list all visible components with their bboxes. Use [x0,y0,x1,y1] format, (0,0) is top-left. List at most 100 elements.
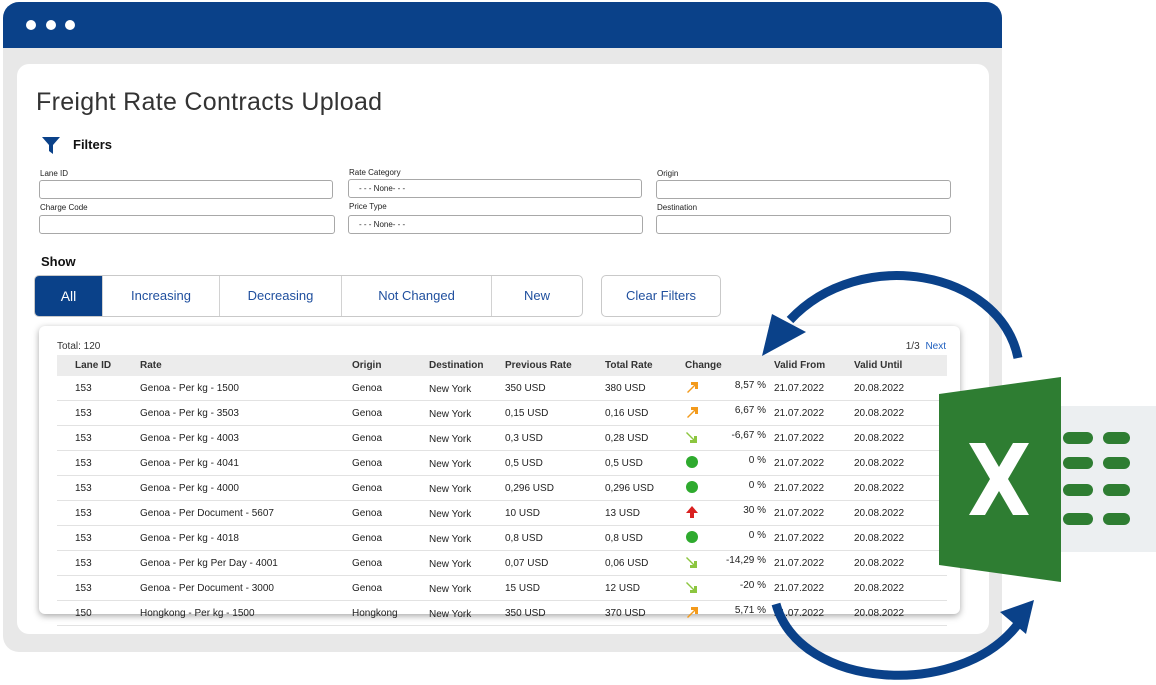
show-all-tab[interactable]: All [35,276,103,316]
change-percent: -20 % [739,580,766,591]
cell-previous-rate: 0,296 USD [505,475,605,501]
table-row[interactable]: 153 Genoa - Per kg Per Day - 4001 Genoa New… [57,550,947,576]
cell-lane-id: 153 [57,525,138,551]
cell-change: 0 % [685,450,774,476]
clear-filters-button[interactable]: Clear Filters [601,275,721,317]
show-increasing-tab[interactable]: Increasing [103,276,220,316]
col-header-lane-id[interactable]: Lane ID [57,355,138,376]
cell-previous-rate: 15 USD [505,575,605,601]
col-header-change[interactable]: Change [685,355,774,376]
cell-change: 0 % [685,475,774,501]
cell-destination: New York [429,525,505,551]
cell-change: 8,57 % [685,376,774,401]
table-row[interactable]: 153 Genoa - Per kg - 4000 Genoa New York 0,2… [57,475,947,501]
table-body: 153 Genoa - Per kg - 1500 Genoa New York 350… [57,376,947,626]
cell-destination: New York [429,450,505,476]
col-header-rate[interactable]: Rate [138,355,352,376]
cell-lane-id: 153 [57,500,138,526]
table-row[interactable]: 153 Genoa - Per Document - 3000 Genoa New Y… [57,575,947,601]
cell-valid-until: 20.08.2022 [854,550,947,576]
table-row[interactable]: 153 Genoa - Per kg - 1500 Genoa New York 350… [57,376,947,401]
col-header-destination[interactable]: Destination [429,355,505,376]
cell-valid-from: 21.07.2022 [774,500,854,526]
cell-previous-rate: 10 USD [505,500,605,526]
cell-rate: Hongkong - Per kg - 1500 [138,600,352,626]
cell-previous-rate: 0,15 USD [505,400,605,426]
price-type-select[interactable]: - - - None- - - [348,215,643,234]
show-filter-group: All Increasing Decreasing Not Changed Ne… [34,275,583,317]
cell-destination: New York [429,550,505,576]
table-row[interactable]: 153 Genoa - Per kg - 4003 Genoa New York 0,3… [57,425,947,451]
cell-rate: Genoa - Per Document - 3000 [138,575,352,601]
green-dot-icon [685,530,699,547]
cell-valid-until: 20.08.2022 [854,450,947,476]
funnel-icon [42,137,60,154]
green-dot-icon [685,455,699,472]
cell-origin: Genoa [352,550,429,576]
cell-valid-from: 21.07.2022 [774,550,854,576]
charge-code-label: Charge Code [40,203,88,212]
show-not-changed-tab[interactable]: Not Changed [342,276,492,316]
origin-input[interactable] [656,180,951,199]
cell-valid-from: 21.07.2022 [774,575,854,601]
cell-rate: Genoa - Per kg - 3503 [138,400,352,426]
cell-rate: Genoa - Per kg - 4003 [138,425,352,451]
col-header-total-rate[interactable]: Total Rate [605,355,685,376]
cell-previous-rate: 350 USD [505,376,605,401]
arrow-down-right-icon [685,430,699,447]
window-dot-icon [46,20,56,30]
cell-valid-until: 20.08.2022 [854,500,947,526]
cell-change: -20 % [685,575,774,601]
arrow-up-right-icon [685,605,699,622]
table-row[interactable]: 153 Genoa - Per kg - 4041 Genoa New York 0,5… [57,450,947,476]
lane-id-input[interactable] [39,180,333,199]
cell-total-rate: 0,8 USD [605,525,685,551]
charge-code-input[interactable] [39,215,335,234]
col-header-previous-rate[interactable]: Previous Rate [505,355,605,376]
excel-logo-icon [939,377,1156,582]
table-row[interactable]: 153 Genoa - Per kg - 4018 Genoa New York 0,8… [57,525,947,551]
cell-destination: New York [429,376,505,401]
col-header-valid-from[interactable]: Valid From [774,355,854,376]
cell-origin: Hongkong [352,600,429,626]
cell-valid-from: 21.07.2022 [774,376,854,401]
table-row[interactable]: 150 Hongkong - Per kg - 1500 Hongkong New Y… [57,600,947,626]
cell-lane-id: 153 [57,550,138,576]
table-row[interactable]: 153 Genoa - Per Document - 5607 Genoa New Y… [57,500,947,526]
cell-valid-until: 20.08.2022 [854,575,947,601]
rate-category-select[interactable]: - - - None- - - [348,179,642,198]
arrow-up-icon [685,505,699,522]
cell-valid-from: 21.07.2022 [774,425,854,451]
cell-origin: Genoa [352,575,429,601]
rates-table: Lane ID Rate Origin Destination Previous… [57,355,947,626]
cell-rate: Genoa - Per kg - 4041 [138,450,352,476]
destination-label: Destination [657,203,698,212]
origin-label: Origin [657,169,679,178]
table-row[interactable]: 153 Genoa - Per kg - 3503 Genoa New York 0,1… [57,400,947,426]
cell-valid-until: 20.08.2022 [854,525,947,551]
cell-valid-from: 21.07.2022 [774,525,854,551]
cell-valid-until: 20.08.2022 [854,475,947,501]
cell-rate: Genoa - Per kg - 1500 [138,376,352,401]
filters-title: Filters [73,137,113,152]
cell-previous-rate: 0,5 USD [505,450,605,476]
show-new-tab[interactable]: New [492,276,582,316]
window-dot-icon [26,20,36,30]
cell-lane-id: 153 [57,400,138,426]
next-page-link[interactable]: Next [925,341,946,352]
show-decreasing-tab[interactable]: Decreasing [220,276,342,316]
cell-valid-until: 20.08.2022 [854,600,947,626]
cell-change: 5,71 % [685,600,774,626]
cell-destination: New York [429,575,505,601]
cell-total-rate: 12 USD [605,575,685,601]
green-dot-icon [685,480,699,497]
destination-input[interactable] [656,215,951,234]
cell-destination: New York [429,475,505,501]
cell-lane-id: 150 [57,600,138,626]
cell-lane-id: 153 [57,450,138,476]
cell-rate: Genoa - Per kg Per Day - 4001 [138,550,352,576]
col-header-origin[interactable]: Origin [352,355,429,376]
cell-total-rate: 0,06 USD [605,550,685,576]
col-header-valid-until[interactable]: Valid Until [854,355,947,376]
cell-total-rate: 13 USD [605,500,685,526]
